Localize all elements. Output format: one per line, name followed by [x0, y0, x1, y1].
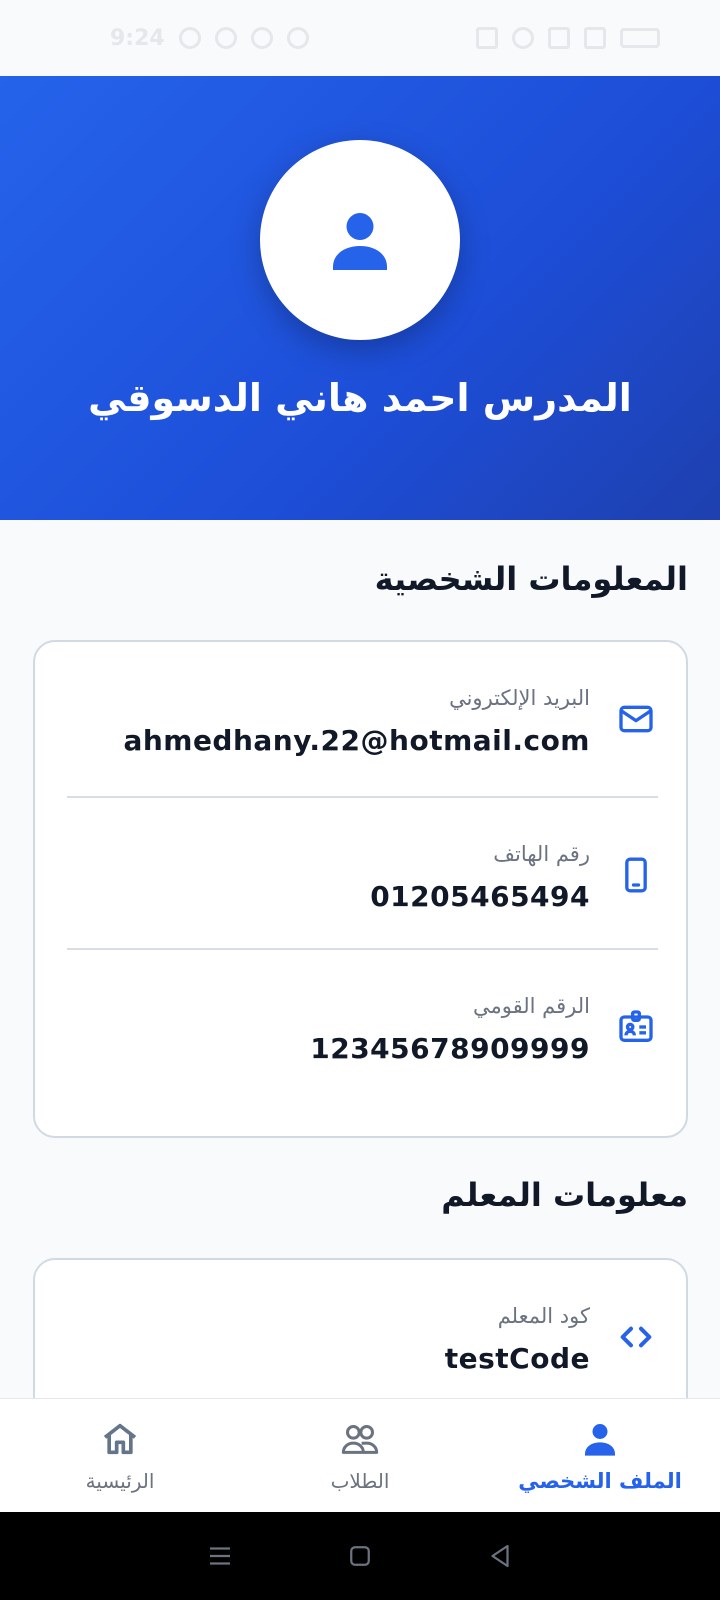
back-icon[interactable] [485, 1541, 515, 1571]
national-id-label: الرقم القومي [473, 994, 590, 1018]
email-label: البريد الإلكتروني [449, 686, 590, 710]
signal-icon [548, 27, 570, 49]
teacher-code-label: كود المعلم [497, 1304, 590, 1328]
teacher-code-row[interactable]: كود المعلم testCode [67, 1260, 658, 1414]
nav-students-label: الطلاب [330, 1468, 390, 1493]
teacher-info-title: معلومات المعلم [441, 1176, 688, 1214]
personal-info-title: المعلومات الشخصية [374, 560, 688, 598]
telegram-icon [214, 27, 237, 49]
status-left: 9:24 [110, 26, 309, 51]
teacher-code-value: testCode [444, 1342, 590, 1375]
home-icon [103, 1423, 137, 1454]
nav-profile[interactable]: الملف الشخصي [480, 1399, 720, 1512]
status-right [476, 27, 660, 49]
email-value: ahmedhany.22@hotmail.com [123, 724, 590, 757]
profile-name: المدرس احمد هاني الدسوقي [88, 376, 632, 420]
vibrate-icon [476, 27, 498, 49]
status-time: 9:24 [110, 25, 165, 51]
national-id-value: 12345678909999 [310, 1032, 590, 1065]
email-row[interactable]: البريد الإلكتروني ahmedhany.22@hotmail.c… [67, 642, 658, 796]
wifi-icon [512, 27, 534, 49]
phone-row[interactable]: رقم الهاتف 01205465494 [67, 798, 658, 952]
home-square-icon[interactable] [345, 1541, 375, 1571]
system-nav-bar [0, 1512, 720, 1600]
code-icon [614, 1315, 658, 1359]
person-icon [585, 1423, 615, 1456]
nav-home[interactable]: الرئيسية [0, 1399, 240, 1512]
whatsapp-icon [178, 27, 201, 49]
battery-icon [620, 28, 660, 48]
menu-icon[interactable] [205, 1541, 235, 1571]
phone-icon [614, 853, 658, 897]
location-icon [286, 27, 309, 49]
nav-profile-label: الملف الشخصي [518, 1468, 682, 1493]
personal-info-card: البريد الإلكتروني ahmedhany.22@hotmail.c… [33, 640, 688, 1138]
national-id-row[interactable]: الرقم القومي 12345678909999 [67, 950, 658, 1104]
users-icon [341, 1424, 379, 1454]
person-icon [333, 213, 387, 270]
phone-label: رقم الهاتف [493, 842, 590, 866]
signal-2-icon [584, 27, 606, 49]
bottom-nav: الملف الشخصي الطلاب الرئيسية [0, 1398, 720, 1512]
status-bar: 9:24 [0, 0, 720, 76]
phone-value: 01205465494 [370, 880, 590, 913]
avatar[interactable] [260, 140, 460, 340]
id-card-icon [614, 1005, 658, 1049]
profile-header: المدرس احمد هاني الدسوقي [0, 76, 720, 520]
nav-home-label: الرئيسية [85, 1468, 155, 1493]
cloud-icon [250, 27, 273, 49]
email-icon [614, 697, 658, 741]
nav-students[interactable]: الطلاب [240, 1399, 480, 1512]
